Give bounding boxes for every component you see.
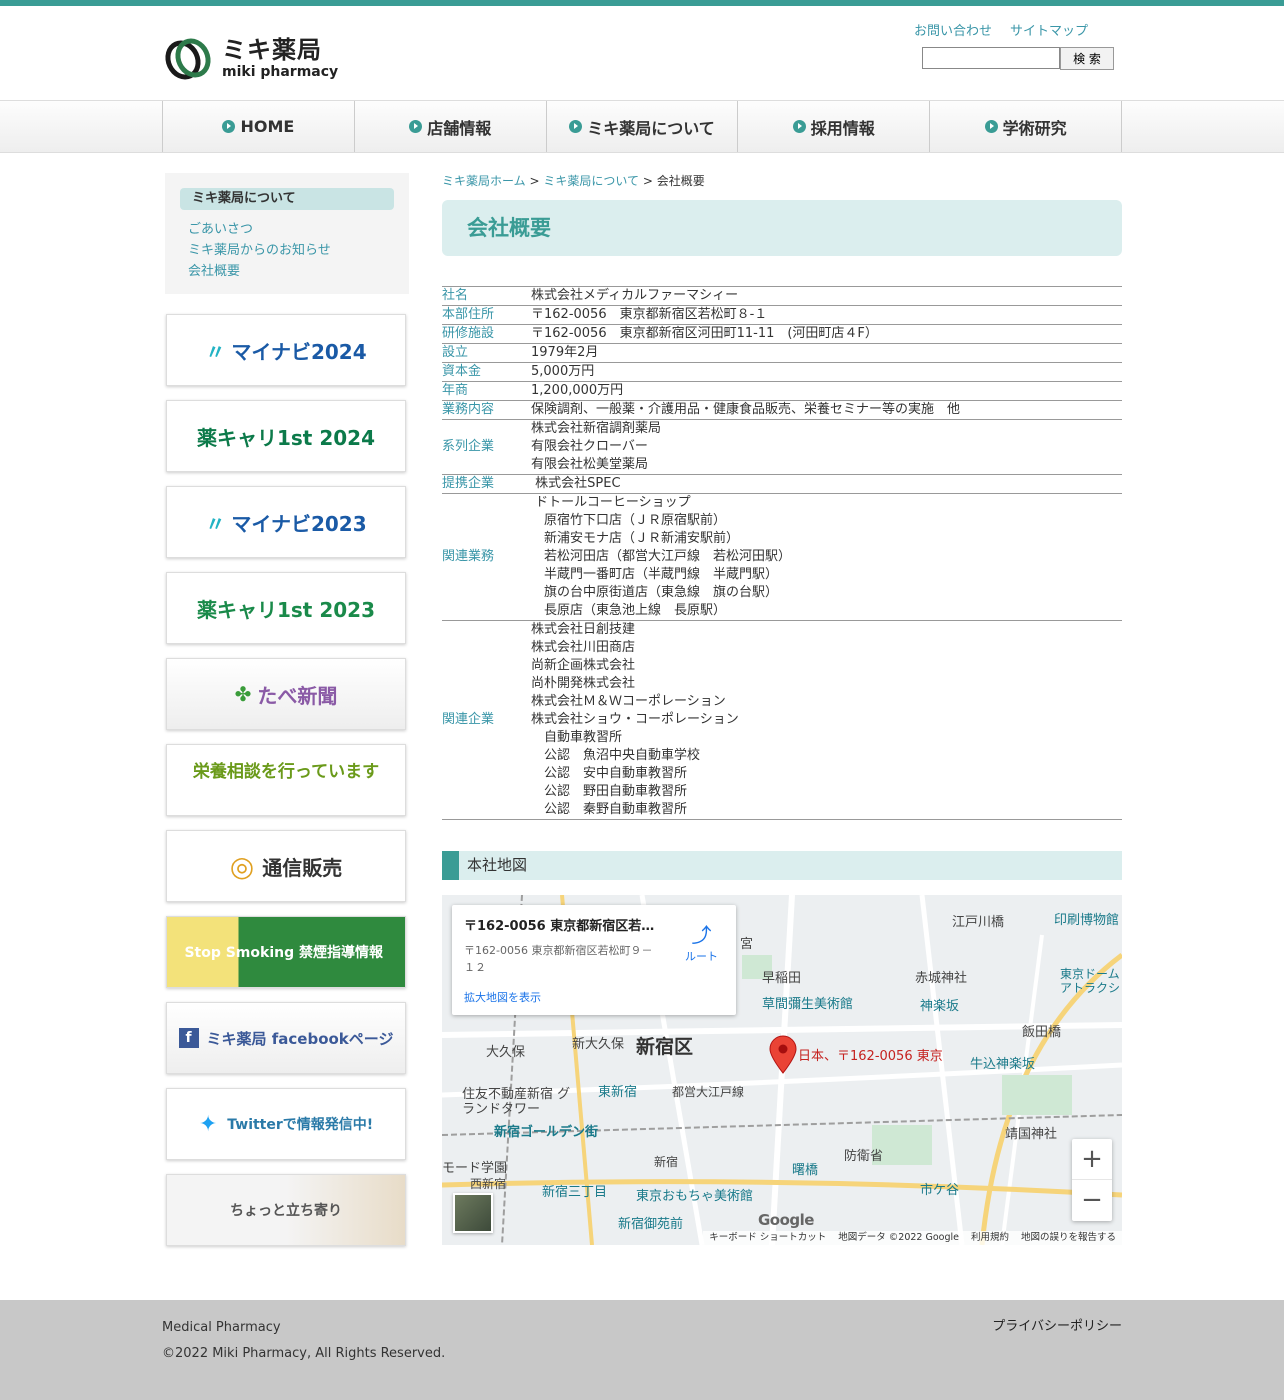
search-input[interactable]	[922, 47, 1060, 69]
table-row: 設立 1979年2月	[442, 343, 1122, 363]
table-row: 業務内容 保険調剤、一般薬・介護用品・健康食品販売、栄養セミナー等の実施 他	[442, 400, 1122, 420]
district-label: 新宿区	[636, 1036, 694, 1058]
contact-link[interactable]: お問い合わせ	[914, 20, 992, 39]
sidebar-menu: ミキ薬局について ごあいさつ ミキ薬局からのお知らせ 会社概要	[165, 173, 409, 294]
sidebar-item-company[interactable]: 会社概要	[188, 264, 240, 279]
table-row: 本部住所 〒162-0056 東京都新宿区若松町８-１	[442, 305, 1122, 325]
site-header: ミキ薬局 miki pharmacy お問い合わせ サイトマップ 検 索	[159, 6, 1122, 100]
table-row: 資本金 5,000万円	[442, 362, 1122, 382]
google-map[interactable]: 早稲田 赤城神社 江戸川橋 印刷博物館 東京ドーム アトラクシ 草間彌生美術館 …	[442, 895, 1122, 1245]
arrow-circle-icon	[409, 120, 423, 133]
main-content: ミキ薬局ホーム > ミキ薬局について > 会社概要 会社概要 社名 株式会社メディ…	[442, 173, 1122, 1245]
nav-item-stores[interactable]: 店舗情報	[355, 101, 547, 152]
breadcrumb-about[interactable]: ミキ薬局について	[543, 174, 639, 188]
table-row: 社名 株式会社メディカルファーマシィー	[442, 286, 1122, 306]
company-table: 社名 株式会社メディカルファーマシィー 本部住所 〒162-0056 東京都新宿区若…	[442, 286, 1122, 820]
sidebar-item-greeting[interactable]: ごあいさつ	[188, 222, 253, 237]
page-title: 会社概要	[442, 200, 1122, 256]
map-card-address: 〒162-0056 東京都新宿区若松町９－１２	[464, 944, 653, 974]
table-row: 関連業務 ドトールコーヒーショップ 原宿竹下口店（ＪＲ原宿駅前） 新浦安モナ店（…	[442, 493, 1122, 621]
content-wrap: ミキ薬局について ごあいさつ ミキ薬局からのお知らせ 会社概要 〃マイナビ202…	[0, 153, 1284, 1300]
header-links: お問い合わせ サイトマップ	[914, 20, 1088, 39]
map-keyboard-shortcuts[interactable]: キーボード ショートカット	[709, 1231, 826, 1245]
footer-copyright: ©2022 Miki Pharmacy, All Rights Reserved…	[162, 1346, 446, 1361]
marker-label: 日本、〒162-0056 東京	[798, 1049, 943, 1064]
twitter-icon: ✦	[198, 1111, 218, 1137]
map-report-link[interactable]: 地図の誤りを報告する	[1021, 1231, 1116, 1245]
nav-item-home[interactable]: HOME	[163, 101, 355, 152]
banner-yakucari-2023[interactable]: 薬キャリ1st 2023	[166, 572, 406, 644]
map-info-card: 〒162-0056 東京都新宿区若松町９－１２ 〒162-0056 東京都新宿区…	[452, 905, 736, 1015]
zoom-out-button[interactable]: −	[1072, 1180, 1112, 1221]
map-section-title: 本社地図	[442, 851, 1122, 880]
logo-text-en: miki pharmacy	[222, 64, 339, 80]
banner-mail-order[interactable]: ◎ 通信販売	[166, 830, 406, 902]
banner-stop-smoking[interactable]: Stop Smoking 禁煙指導情報	[166, 916, 406, 988]
table-row: 提携企業 株式会社SPEC	[442, 474, 1122, 494]
zoom-in-button[interactable]: +	[1072, 1139, 1112, 1180]
map-footer: キーボード ショートカット 地図データ ©2022 Google 利用規約 地図…	[703, 1231, 1122, 1245]
table-row: 関連企業 株式会社日創技建 株式会社川田商店 尚新企画株式会社 尚朴開発株式会社…	[442, 620, 1122, 820]
banner-nutrition[interactable]: 栄養相談を行っています	[166, 744, 406, 816]
map-route-button[interactable]: ⤴ ルート	[685, 919, 718, 964]
nav-item-about[interactable]: ミキ薬局について	[547, 101, 739, 152]
banner-tabe-shinbun[interactable]: ✤ たべ新聞	[166, 658, 406, 730]
map-terms-link[interactable]: 利用規約	[971, 1231, 1009, 1245]
banner-drop-by[interactable]: ちょっと立ち寄り	[166, 1174, 406, 1246]
banner-mynavi-2023[interactable]: 〃マイナビ2023	[166, 486, 406, 558]
map-enlarge-link[interactable]: 拡大地図を表示	[464, 989, 541, 1005]
clover-icon: ✤	[234, 682, 252, 706]
map-zoom-control: + −	[1072, 1139, 1112, 1221]
arrow-circle-icon	[984, 120, 998, 133]
sidebar: ミキ薬局について ごあいさつ ミキ薬局からのお知らせ 会社概要 〃マイナビ202…	[165, 173, 409, 1246]
footer-company: Medical Pharmacy	[162, 1320, 281, 1335]
site-search: 検 索	[922, 47, 1114, 70]
banner-facebook[interactable]: f ミキ薬局 facebookページ	[166, 1002, 406, 1074]
banner-mynavi-2024[interactable]: 〃マイナビ2024	[166, 314, 406, 386]
logo-text-jp: ミキ薬局	[222, 36, 322, 64]
sitemap-link[interactable]: サイトマップ	[1010, 20, 1088, 39]
google-logo: Google	[758, 1211, 814, 1229]
breadcrumb: ミキ薬局ホーム > ミキ薬局について > 会社概要	[442, 174, 705, 188]
map-card-title: 〒162-0056 東京都新宿区若松町９－１２	[464, 919, 664, 934]
arrow-circle-icon	[569, 120, 583, 133]
arrow-circle-icon	[222, 120, 236, 133]
spiral-icon: ◎	[229, 849, 255, 883]
sidebar-item-news[interactable]: ミキ薬局からのお知らせ	[188, 243, 331, 258]
map-data-credit: 地図データ ©2022 Google	[838, 1232, 959, 1243]
table-row: 年商 1,200,000万円	[442, 381, 1122, 401]
site-footer: Medical Pharmacy ©2022 Miki Pharmacy, Al…	[0, 1300, 1284, 1400]
nav-item-research[interactable]: 学術研究	[930, 101, 1122, 152]
breadcrumb-home[interactable]: ミキ薬局ホーム	[442, 174, 526, 188]
logo-mark-icon	[159, 32, 217, 86]
satellite-toggle[interactable]	[453, 1193, 493, 1233]
map-marker-icon[interactable]	[768, 1035, 798, 1075]
global-nav: HOME 店舗情報 ミキ薬局について 採用情報 学術研究	[0, 100, 1284, 153]
arrow-circle-icon	[792, 120, 806, 133]
sidebar-title: ミキ薬局について	[180, 188, 394, 210]
search-button[interactable]: 検 索	[1060, 47, 1114, 70]
breadcrumb-current: 会社概要	[656, 174, 705, 188]
privacy-policy-link[interactable]: プライバシーポリシー	[992, 1315, 1122, 1334]
nav-item-recruit[interactable]: 採用情報	[738, 101, 931, 152]
directions-icon: ⤴	[691, 923, 712, 947]
table-row: 系列企業 株式会社新宿調剤薬局 有限会社クローバー 有限会社松美堂薬局	[442, 419, 1122, 475]
banner-twitter[interactable]: ✦ Twitterで情報発信中!	[166, 1088, 406, 1160]
site-logo[interactable]: ミキ薬局 miki pharmacy	[159, 32, 339, 86]
table-row: 研修施設 〒162-0056 東京都新宿区河田町11-11 (河田町店４F）	[442, 324, 1122, 344]
facebook-icon: f	[178, 1028, 199, 1048]
banner-yakucari-2024[interactable]: 薬キャリ1st 2024	[166, 400, 406, 472]
